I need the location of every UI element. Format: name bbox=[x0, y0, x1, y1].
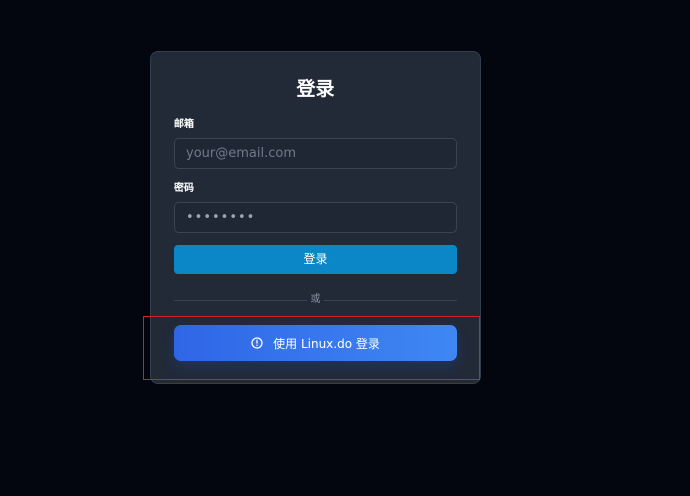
linuxdo-login-label: 使用 Linux.do 登录 bbox=[273, 336, 380, 351]
login-button[interactable]: 登录 bbox=[174, 245, 457, 274]
password-label: 密码 bbox=[174, 183, 194, 194]
info-circle-icon bbox=[251, 337, 263, 349]
linuxdo-login-button[interactable]: 使用 Linux.do 登录 bbox=[174, 325, 457, 361]
page-title: 登录 bbox=[296, 78, 335, 100]
login-card: 登录 邮箱 密码 登录 或 使用 Linux.do 登录 bbox=[150, 51, 481, 384]
divider: 或 bbox=[174, 293, 457, 307]
page: 登录 邮箱 密码 登录 或 使用 Linux.do 登录 bbox=[0, 0, 690, 496]
divider-line-right bbox=[324, 300, 457, 301]
email-field[interactable] bbox=[174, 138, 457, 169]
password-field[interactable] bbox=[174, 202, 457, 233]
email-label: 邮箱 bbox=[174, 119, 194, 130]
